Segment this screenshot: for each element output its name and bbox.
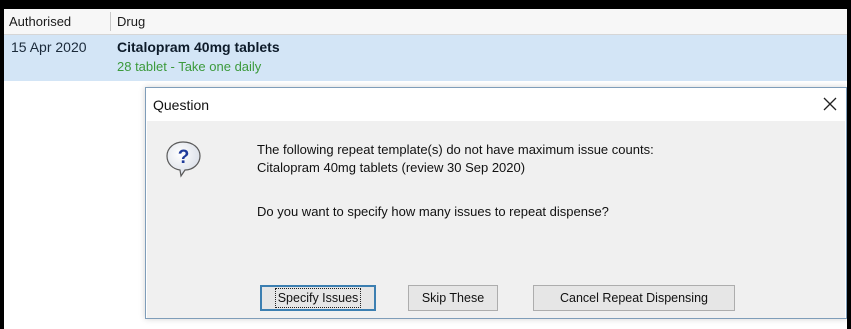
skip-these-button[interactable]: Skip These — [408, 285, 498, 311]
dialog-title: Question — [153, 97, 210, 113]
column-header-authorised[interactable]: Authorised — [9, 14, 71, 29]
row-drug-name: Citalopram 40mg tablets — [117, 39, 280, 55]
list-row-selected[interactable]: 15 Apr 2020 Citalopram 40mg tablets 28 t… — [4, 35, 847, 81]
window-frame-right — [847, 0, 851, 329]
specify-issues-button[interactable]: Specify Issues — [260, 285, 376, 311]
message-line-2: Citalopram 40mg tablets (review 30 Sep 2… — [257, 160, 526, 175]
svg-text:?: ? — [178, 147, 190, 168]
message-question: Do you want to specify how many issues t… — [257, 204, 609, 219]
close-icon — [823, 97, 837, 111]
message-line-1: The following repeat template(s) do not … — [257, 142, 654, 157]
question-icon: ? — [164, 139, 204, 184]
cancel-repeat-dispensing-label: Cancel Repeat Dispensing — [559, 291, 708, 305]
dialog-button-bar: Specify Issues Skip These Cancel Repeat … — [147, 273, 845, 318]
close-button[interactable] — [820, 93, 840, 115]
row-authorised-date: 15 Apr 2020 — [11, 39, 87, 55]
skip-these-label: Skip These — [421, 291, 485, 305]
dialog-body: ? The following repeat template(s) do no… — [147, 121, 845, 273]
cancel-repeat-dispensing-button[interactable]: Cancel Repeat Dispensing — [533, 285, 735, 311]
column-separator[interactable] — [110, 12, 111, 31]
list-header: Authorised Drug — [4, 9, 847, 35]
row-drug-detail: 28 tablet - Take one daily — [117, 59, 262, 74]
window-frame-top — [0, 0, 851, 9]
question-dialog: Question ? The following repeat template… — [145, 87, 847, 319]
specify-issues-label: Specify Issues — [274, 288, 362, 308]
column-header-drug[interactable]: Drug — [117, 14, 145, 29]
